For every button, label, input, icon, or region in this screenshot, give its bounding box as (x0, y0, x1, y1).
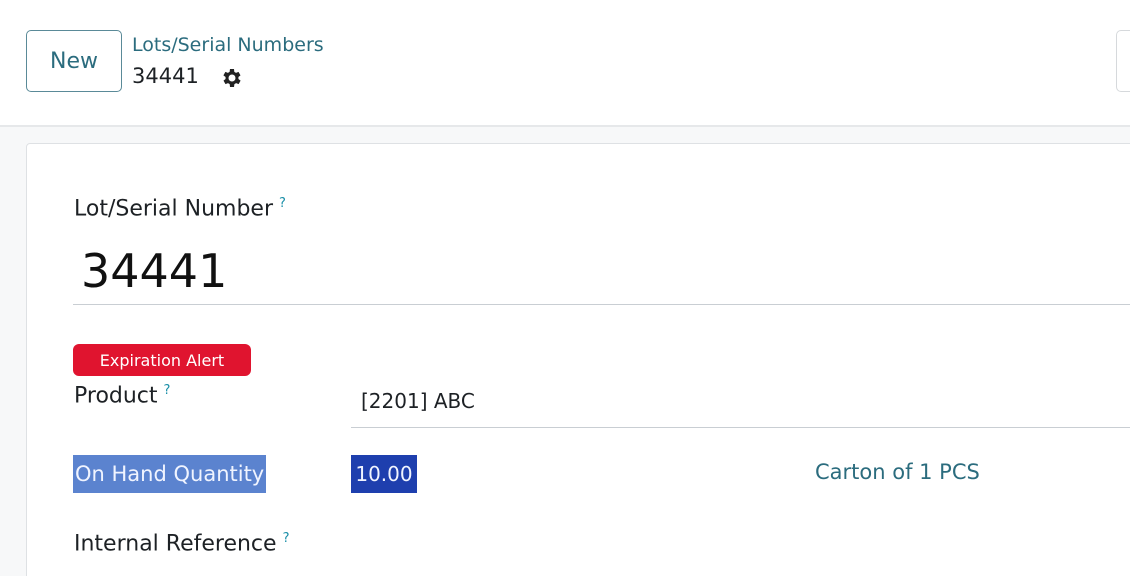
breadcrumb-lots-serial-numbers[interactable]: Lots/Serial Numbers (132, 34, 324, 56)
help-icon[interactable]: ? (164, 383, 171, 398)
lot-serial-number-label-text: Lot/Serial Number (74, 196, 273, 222)
lot-serial-number-label: Lot/Serial Number? (74, 196, 286, 221)
expiration-alert-badge: Expiration Alert (73, 344, 251, 376)
new-button[interactable]: New (26, 30, 122, 92)
product-label: Product? (74, 383, 170, 408)
product-label-text: Product (74, 383, 158, 409)
product-field[interactable]: [2201] ABC (351, 384, 1130, 428)
gear-icon[interactable] (219, 66, 243, 90)
internal-reference-label: Internal Reference? (74, 531, 289, 556)
lot-serial-number-input[interactable] (73, 237, 1130, 305)
on-hand-quantity-label: On Hand Quantity (73, 455, 267, 493)
on-hand-quantity-value[interactable]: 10.00 (351, 455, 417, 493)
form-view-page: New Lots/Serial Numbers 34441 Lot/Serial… (0, 0, 1130, 576)
internal-reference-label-text: Internal Reference (74, 531, 277, 557)
help-icon[interactable]: ? (279, 196, 286, 211)
unit-of-measure-link[interactable]: Carton of 1 PCS (815, 460, 980, 484)
breadcrumb-current-record: 34441 (132, 64, 199, 88)
help-icon[interactable]: ? (283, 531, 290, 546)
control-panel-right-button[interactable] (1116, 30, 1130, 92)
control-panel: New Lots/Serial Numbers 34441 (0, 0, 1130, 127)
